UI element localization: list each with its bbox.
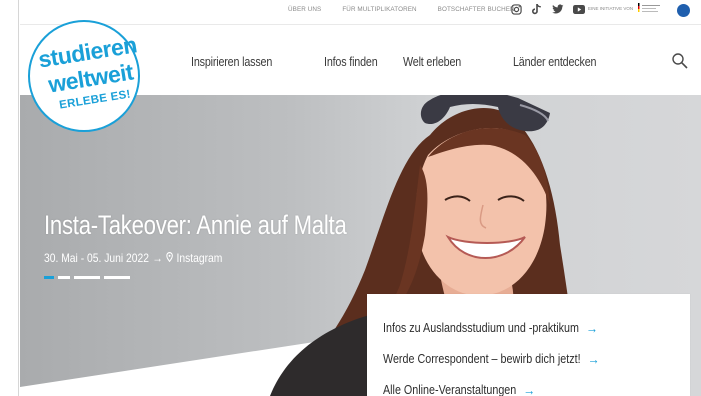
hero-title[interactable]: Insta-Takeover: Annie auf Malta <box>44 210 347 241</box>
youtube-icon[interactable] <box>573 3 585 15</box>
studieren-weltweit-logo[interactable]: studieren weltweit ERLEBE ES! <box>28 20 140 132</box>
quick-link-label: Alle Online-Veranstaltungen <box>383 383 517 396</box>
nav-item-inspirieren[interactable]: Inspirieren lassen <box>191 55 272 69</box>
page-left-edge <box>0 0 20 396</box>
arrow-right-icon: → <box>523 382 536 396</box>
slider-dot-4[interactable] <box>104 276 130 279</box>
quick-link-correspondent[interactable]: Werde Correspondent – bewirb dich jetzt!… <box>383 351 600 367</box>
utility-link-multipliers[interactable]: FÜR MULTIPLIKATOREN <box>342 6 416 13</box>
hero-date: 30. Mai - 05. Juni 2022 <box>44 251 149 265</box>
arrow-right-icon: → <box>585 320 598 336</box>
slider-pagination <box>44 276 130 279</box>
nav-item-infos-finden[interactable]: Infos finden <box>324 55 378 69</box>
bmbf-logo[interactable] <box>636 2 672 16</box>
nav-item-welt-erleben[interactable]: Welt erleben <box>403 55 461 69</box>
quick-links-box: Infos zu Auslandsstudium und -praktikum … <box>367 294 690 396</box>
utility-link-about[interactable]: ÜBER UNS <box>288 6 321 13</box>
hero-subline: 30. Mai - 05. Juni 2022 → Instagram <box>44 251 222 265</box>
daad-logo[interactable] <box>677 4 690 17</box>
quick-link-online-events[interactable]: Alle Online-Veranstaltungen → <box>383 382 535 396</box>
slider-dot-1[interactable] <box>44 276 54 279</box>
search-icon[interactable] <box>671 52 689 70</box>
location-pin-icon <box>166 251 173 265</box>
nav-item-laender-entdecken[interactable]: Länder entdecken <box>513 55 596 69</box>
twitter-icon[interactable] <box>552 3 564 15</box>
utility-link-book-ambassador[interactable]: BOTSCHAFTER BUCHEN <box>438 6 515 13</box>
quick-link-label: Werde Correspondent – bewirb dich jetzt! <box>383 352 581 366</box>
arrow-right-icon: → <box>587 351 600 367</box>
slider-dot-3[interactable] <box>74 276 100 279</box>
hero-location: Instagram <box>176 251 223 265</box>
tiktok-icon[interactable] <box>531 3 543 15</box>
utility-links: ÜBER UNS FÜR MULTIPLIKATOREN BOTSCHAFTER… <box>288 6 536 13</box>
utility-bar: ÜBER UNS FÜR MULTIPLIKATOREN BOTSCHAFTER… <box>20 0 701 24</box>
social-links <box>510 3 585 15</box>
initiative-label: EINE INITIATIVE VON <box>588 6 634 11</box>
quick-link-auslandsstudium[interactable]: Infos zu Auslandsstudium und -praktikum … <box>383 320 598 336</box>
instagram-icon[interactable] <box>510 3 522 15</box>
slider-dot-2[interactable] <box>58 276 70 279</box>
arrow-right-icon: → <box>152 251 163 265</box>
quick-link-label: Infos zu Auslandsstudium und -praktikum <box>383 321 579 335</box>
